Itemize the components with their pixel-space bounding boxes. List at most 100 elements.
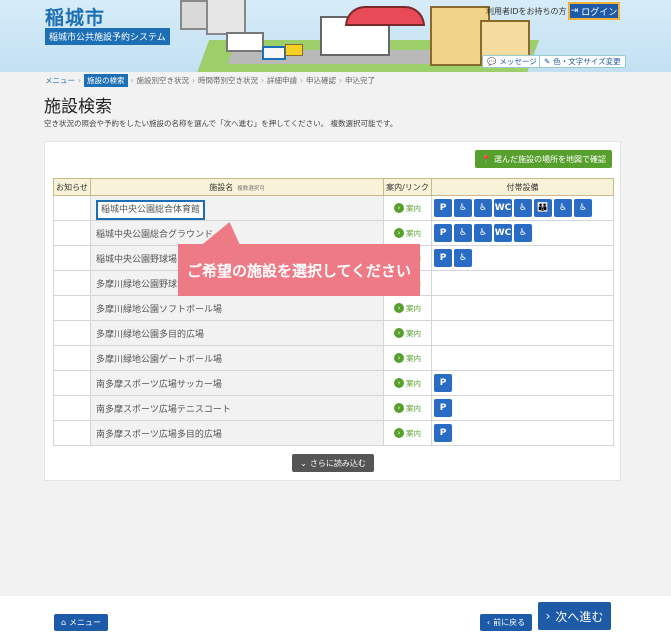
guide-label: 案内	[406, 403, 421, 413]
login-icon: ⇥	[570, 6, 579, 16]
header-illustration-gym-roof	[345, 6, 425, 26]
accessibility-icon: ♿	[454, 224, 472, 242]
guide-link-cell: ›案内	[383, 195, 432, 221]
table-row: 稲城中央公園総合体育館 › 案内 P ♿ ♿ WC ♿ 👪 ♿ ♿	[53, 195, 614, 221]
guide-link[interactable]: ›案内	[394, 403, 421, 414]
table-row: 南多摩スポーツ広場サッカー場 › 案内 P	[53, 370, 614, 396]
chevron-left-icon: ‹	[486, 618, 491, 627]
accessibility-icon: ♿	[454, 199, 472, 217]
back-button-label: 前に戻る	[493, 618, 526, 627]
message-button[interactable]: 💬 メッセージ	[482, 55, 542, 68]
arrow-circle-icon: ›	[394, 303, 404, 313]
facility-name-cell[interactable]: 多摩川緑地公園ソフトボール場	[90, 295, 384, 321]
facility-name-cell[interactable]: 南多摩スポーツ広場多目的広場	[90, 420, 384, 446]
table-row: 南多摩スポーツ広場多目的広場 › 案内 P	[53, 420, 614, 446]
amenities-cell: P ♿ ♿ WC ♿ 👪 ♿ ♿	[431, 195, 614, 221]
notice-cell	[53, 195, 91, 221]
map-confirm-button[interactable]: 📍 選んだ施設の場所を地図で確認	[475, 150, 612, 168]
facility-name: 南多摩スポーツ広場テニスコート	[96, 404, 231, 415]
guide-link-cell: ›案内	[383, 345, 432, 371]
facility-name-cell[interactable]: 多摩川緑地公園ゲートボール場	[90, 345, 384, 371]
login-label: ログイン	[581, 7, 618, 18]
guide-link[interactable]: ›案内	[394, 328, 421, 339]
amenity-icons: P	[434, 399, 452, 417]
parking-icon: P	[434, 224, 452, 242]
home-icon: ⌂	[60, 618, 67, 627]
restroom-icon: WC	[494, 224, 512, 242]
facility-name: 多摩川緑地公園多目的広場	[96, 329, 205, 340]
back-button[interactable]: ‹ 前に戻る	[480, 614, 532, 631]
message-label: メッセージ	[499, 57, 537, 66]
breadcrumb: メニュー › 施設の検索 › 施設別空き状況 › 時間帯別空き状況 › 詳細申請…	[45, 74, 375, 87]
guide-link-cell: ›案内	[383, 370, 432, 396]
facility-name-cell[interactable]: 南多摩スポーツ広場サッカー場	[90, 370, 384, 396]
facility-name: 稲城中央公園総合グラウンド	[96, 229, 214, 240]
facility-name-cell[interactable]: 南多摩スポーツ広場テニスコート	[90, 395, 384, 421]
system-name: 稲城市公共施設予約システム	[45, 28, 170, 45]
accessibility-icon: ♿	[554, 199, 572, 217]
menu-button[interactable]: ⌂ メニュー	[54, 614, 108, 631]
facility-name-cell[interactable]: 多摩川緑地公園多目的広場	[90, 320, 384, 346]
notice-cell	[53, 220, 91, 246]
guide-link[interactable]: ›案内	[394, 353, 421, 364]
breadcrumb-step: 施設別空き状況	[136, 76, 190, 85]
facility-name-cell[interactable]: 稲城中央公園総合体育館	[90, 195, 384, 221]
guide-link[interactable]: ›案内	[394, 378, 421, 389]
parking-icon: P	[434, 374, 452, 392]
guide-link[interactable]: ›案内	[394, 203, 421, 214]
arrow-circle-icon: ›	[394, 203, 404, 213]
table-row: 多摩川緑地公園ゲートボール場 › 案内	[53, 345, 614, 371]
header-illustration-bus	[262, 46, 286, 60]
accessibility-icon: ♿	[514, 199, 532, 217]
chevron-right-icon: ›	[78, 76, 81, 85]
selection-hint-tooltip: ご希望の施設を選択してください	[178, 244, 420, 296]
login-prompt: 利用者IDをお持ちの方	[486, 7, 567, 16]
guide-link[interactable]: ›案内	[394, 428, 421, 439]
next-button-label: 次へ進む	[555, 609, 604, 624]
font-size-button[interactable]: ✎ 色・文字サイズ変更	[539, 55, 626, 68]
guide-label: 案内	[406, 303, 421, 313]
table-row: 多摩川緑地公園多目的広場 › 案内	[53, 320, 614, 346]
notice-cell	[53, 370, 91, 396]
breadcrumb-step: 申込確認	[306, 76, 336, 85]
amenity-icons: P ♿ ♿ WC ♿	[434, 224, 532, 242]
load-more-label: さらに読み込む	[309, 458, 366, 468]
chevron-right-icon: ›	[130, 76, 134, 85]
guide-link-cell: ›案内	[383, 220, 432, 246]
guide-link[interactable]: ›案内	[394, 303, 421, 314]
notice-cell	[53, 395, 91, 421]
accessibility-icon: ♿	[474, 199, 492, 217]
notice-cell	[53, 270, 91, 296]
facility-name: 多摩川緑地公園ソフトボール場	[96, 304, 223, 315]
table-row: 多摩川緑地公園ソフトボール場 › 案内	[53, 295, 614, 321]
breadcrumb-step: 詳細申請	[267, 76, 297, 85]
login-button[interactable]: ⇥ ログイン	[568, 2, 620, 20]
site-header: 稲城市 稲城市公共施設予約システム 利用者IDをお持ちの方 ⇥ ログイン 💬 メ…	[0, 0, 671, 72]
facility-name: 稲城中央公園野球場	[96, 254, 178, 265]
next-button[interactable]: › 次へ進む	[538, 602, 611, 630]
guide-label: 案内	[406, 328, 421, 338]
accessibility-icon: ♿	[454, 249, 472, 267]
column-header-link: 案内/リンク	[383, 178, 432, 196]
chevron-down-icon: ⌄	[300, 458, 307, 468]
chevron-right-icon: ›	[300, 76, 303, 85]
parking-icon: P	[434, 399, 452, 417]
font-size-label: 色・文字サイズ変更	[553, 57, 621, 66]
menu-button-label: メニュー	[69, 618, 102, 627]
page-title: 施設検索	[44, 97, 112, 117]
table-row: 南多摩スポーツ広場テニスコート › 案内 P	[53, 395, 614, 421]
map-confirm-label: 選んだ施設の場所を地図で確認	[494, 154, 606, 164]
column-header-name-sub: 複数選択可	[237, 185, 265, 192]
column-header-name: 施設名 複数選択可	[90, 178, 384, 196]
guide-label: 案内	[406, 378, 421, 388]
load-more-button[interactable]: ⌄ さらに読み込む	[292, 454, 374, 472]
facility-table: お知らせ 施設名 複数選択可 案内/リンク 付帯設備 稲城中央公園総合体育館 › 案内…	[53, 178, 614, 446]
footer-bar: ⌂ メニュー ‹ 前に戻る › 次へ進む	[0, 596, 671, 633]
guide-link-cell: ›案内	[383, 420, 432, 446]
guide-link[interactable]: ›案内	[394, 228, 421, 239]
breadcrumb-menu-link[interactable]: メニュー	[45, 75, 75, 86]
amenities-cell: P ♿ ♿ WC ♿	[431, 220, 614, 246]
guide-label: 案内	[406, 228, 421, 238]
guide-label: 案内	[406, 353, 421, 363]
column-header-amenities: 付帯設備	[431, 178, 614, 196]
